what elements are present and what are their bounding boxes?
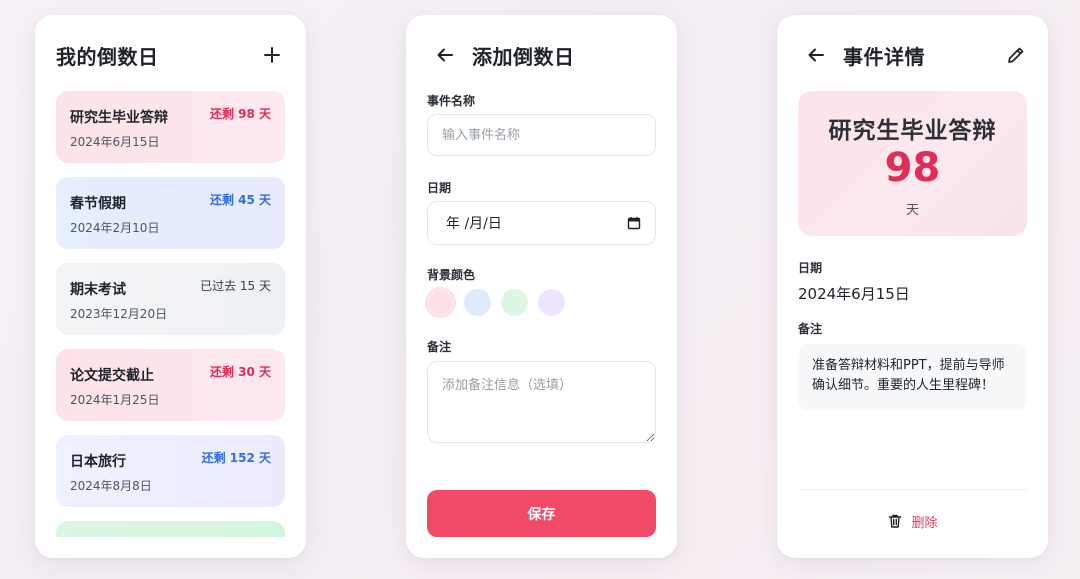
page-title: 添加倒数日 (472, 44, 575, 69)
status-badge: 还剩 45 天 (209, 193, 271, 207)
note-textarea[interactable] (427, 361, 656, 443)
add-countdown-screen: 添加倒数日 事件名称 日期 年 /月/日 背景颜色 备注 保存 (406, 15, 677, 558)
delete-button[interactable]: 删除 (777, 509, 1048, 533)
countdown-card[interactable]: 研究生毕业答辩 还剩 98 天 2024年6月15日 (56, 91, 285, 163)
card-name: 春节假期 (70, 196, 126, 212)
pencil-icon (1008, 47, 1024, 63)
calendar-icon[interactable] (627, 216, 641, 230)
status-badge: 已过去 15 天 (200, 279, 271, 293)
date-label: 日期 (427, 181, 452, 195)
date-value: 2024年6月15日 (798, 285, 910, 303)
countdown-card[interactable]: 日本旅行 还剩 152 天 2024年8月8日 (56, 435, 285, 507)
card-date: 2024年2月10日 (70, 221, 160, 235)
status-badge: 还剩 30 天 (209, 365, 271, 379)
card-name: 研究生毕业答辩 (70, 110, 168, 126)
save-button[interactable]: 保存 (427, 490, 656, 537)
divider (798, 489, 1027, 490)
note-label: 备注 (427, 340, 452, 354)
card-name: 论文提交截止 (70, 368, 154, 384)
arrow-left-icon (437, 48, 453, 62)
note-text: 准备答辩材料和PPT，提前与导师确认细节。重要的人生里程碑！ (798, 344, 1027, 410)
list-header: 我的倒数日 (56, 41, 285, 69)
countdown-card[interactable]: 期末考试 已过去 15 天 2023年12月20日 (56, 263, 285, 335)
color-picker (427, 289, 565, 316)
countdown-hero: 研究生毕业答辩 98 天 (798, 91, 1027, 236)
countdown-list-screen: 我的倒数日 研究生毕业答辩 还剩 98 天 2024年6月15日 春节假期 还剩… (35, 15, 306, 558)
date-input-value: 年 /月/日 (446, 216, 502, 232)
hero-days-count: 98 (884, 145, 941, 191)
plus-icon (264, 47, 280, 63)
event-detail-screen: 事件详情 研究生毕业答辩 98 天 日期 2024年6月15日 备注 准备答辩材… (777, 15, 1048, 558)
edit-button[interactable] (1003, 42, 1029, 68)
status-badge: 还剩 152 天 (201, 451, 271, 465)
trash-icon (889, 514, 902, 528)
detail-header: 事件详情 (803, 41, 1029, 69)
event-name-label: 事件名称 (427, 94, 476, 108)
card-name: 日本旅行 (70, 454, 126, 470)
back-button[interactable] (432, 42, 458, 68)
card-date: 2024年6月15日 (70, 135, 160, 149)
color-swatch-pink[interactable] (427, 289, 454, 316)
hero-days-unit: 天 (905, 203, 919, 218)
note-label: 备注 (798, 322, 823, 336)
bg-color-label: 背景颜色 (427, 268, 476, 282)
back-button[interactable] (803, 42, 829, 68)
event-name-input[interactable] (427, 114, 656, 156)
color-swatch-green[interactable] (501, 289, 528, 316)
page-title: 我的倒数日 (56, 44, 159, 69)
card-name: 期末考试 (70, 282, 126, 298)
hero-event-name: 研究生毕业答辩 (828, 118, 997, 144)
add-button[interactable] (259, 42, 285, 68)
countdown-card[interactable]: 论文提交截止 还剩 30 天 2024年1月25日 (56, 349, 285, 421)
delete-label: 删除 (911, 515, 938, 531)
card-date: 2024年1月25日 (70, 393, 160, 407)
date-input[interactable]: 年 /月/日 (427, 201, 656, 245)
card-date: 2024年8月8日 (70, 479, 152, 493)
card-date: 2023年12月20日 (70, 307, 168, 321)
date-label: 日期 (798, 261, 823, 275)
countdown-list: 研究生毕业答辩 还剩 98 天 2024年6月15日 春节假期 还剩 45 天 … (56, 91, 285, 558)
arrow-left-icon (808, 48, 824, 62)
color-swatch-blue[interactable] (464, 289, 491, 316)
page-title: 事件详情 (843, 44, 925, 69)
color-swatch-purple[interactable] (538, 289, 565, 316)
status-badge: 还剩 98 天 (209, 107, 271, 121)
list-bottom-edge (35, 537, 306, 558)
countdown-card[interactable]: 春节假期 还剩 45 天 2024年2月10日 (56, 177, 285, 249)
add-header: 添加倒数日 (432, 41, 656, 69)
